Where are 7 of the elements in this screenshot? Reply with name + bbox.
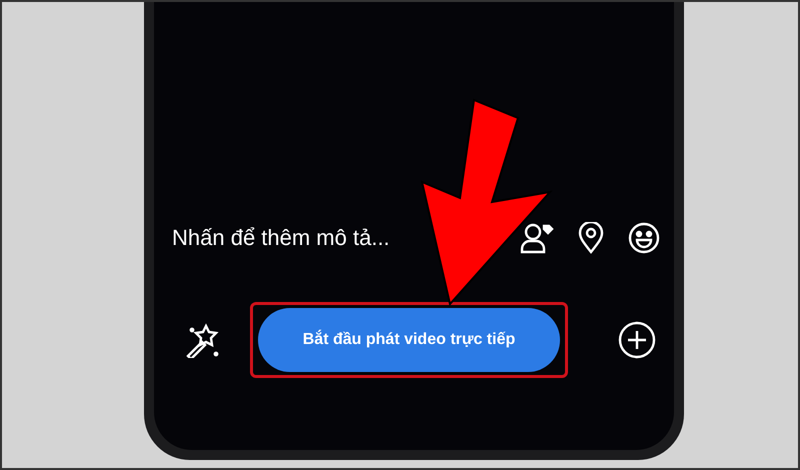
magic-wand-icon[interactable] <box>184 322 220 358</box>
smiley-icon[interactable] <box>628 222 660 254</box>
location-pin-icon[interactable] <box>578 222 604 254</box>
tag-people-icon[interactable] <box>520 222 554 254</box>
caption-field[interactable]: Nhấn để thêm mô tả... <box>172 221 396 254</box>
add-icon[interactable] <box>618 321 656 359</box>
go-live-button[interactable]: Bắt đầu phát video trực tiếp <box>258 308 560 372</box>
